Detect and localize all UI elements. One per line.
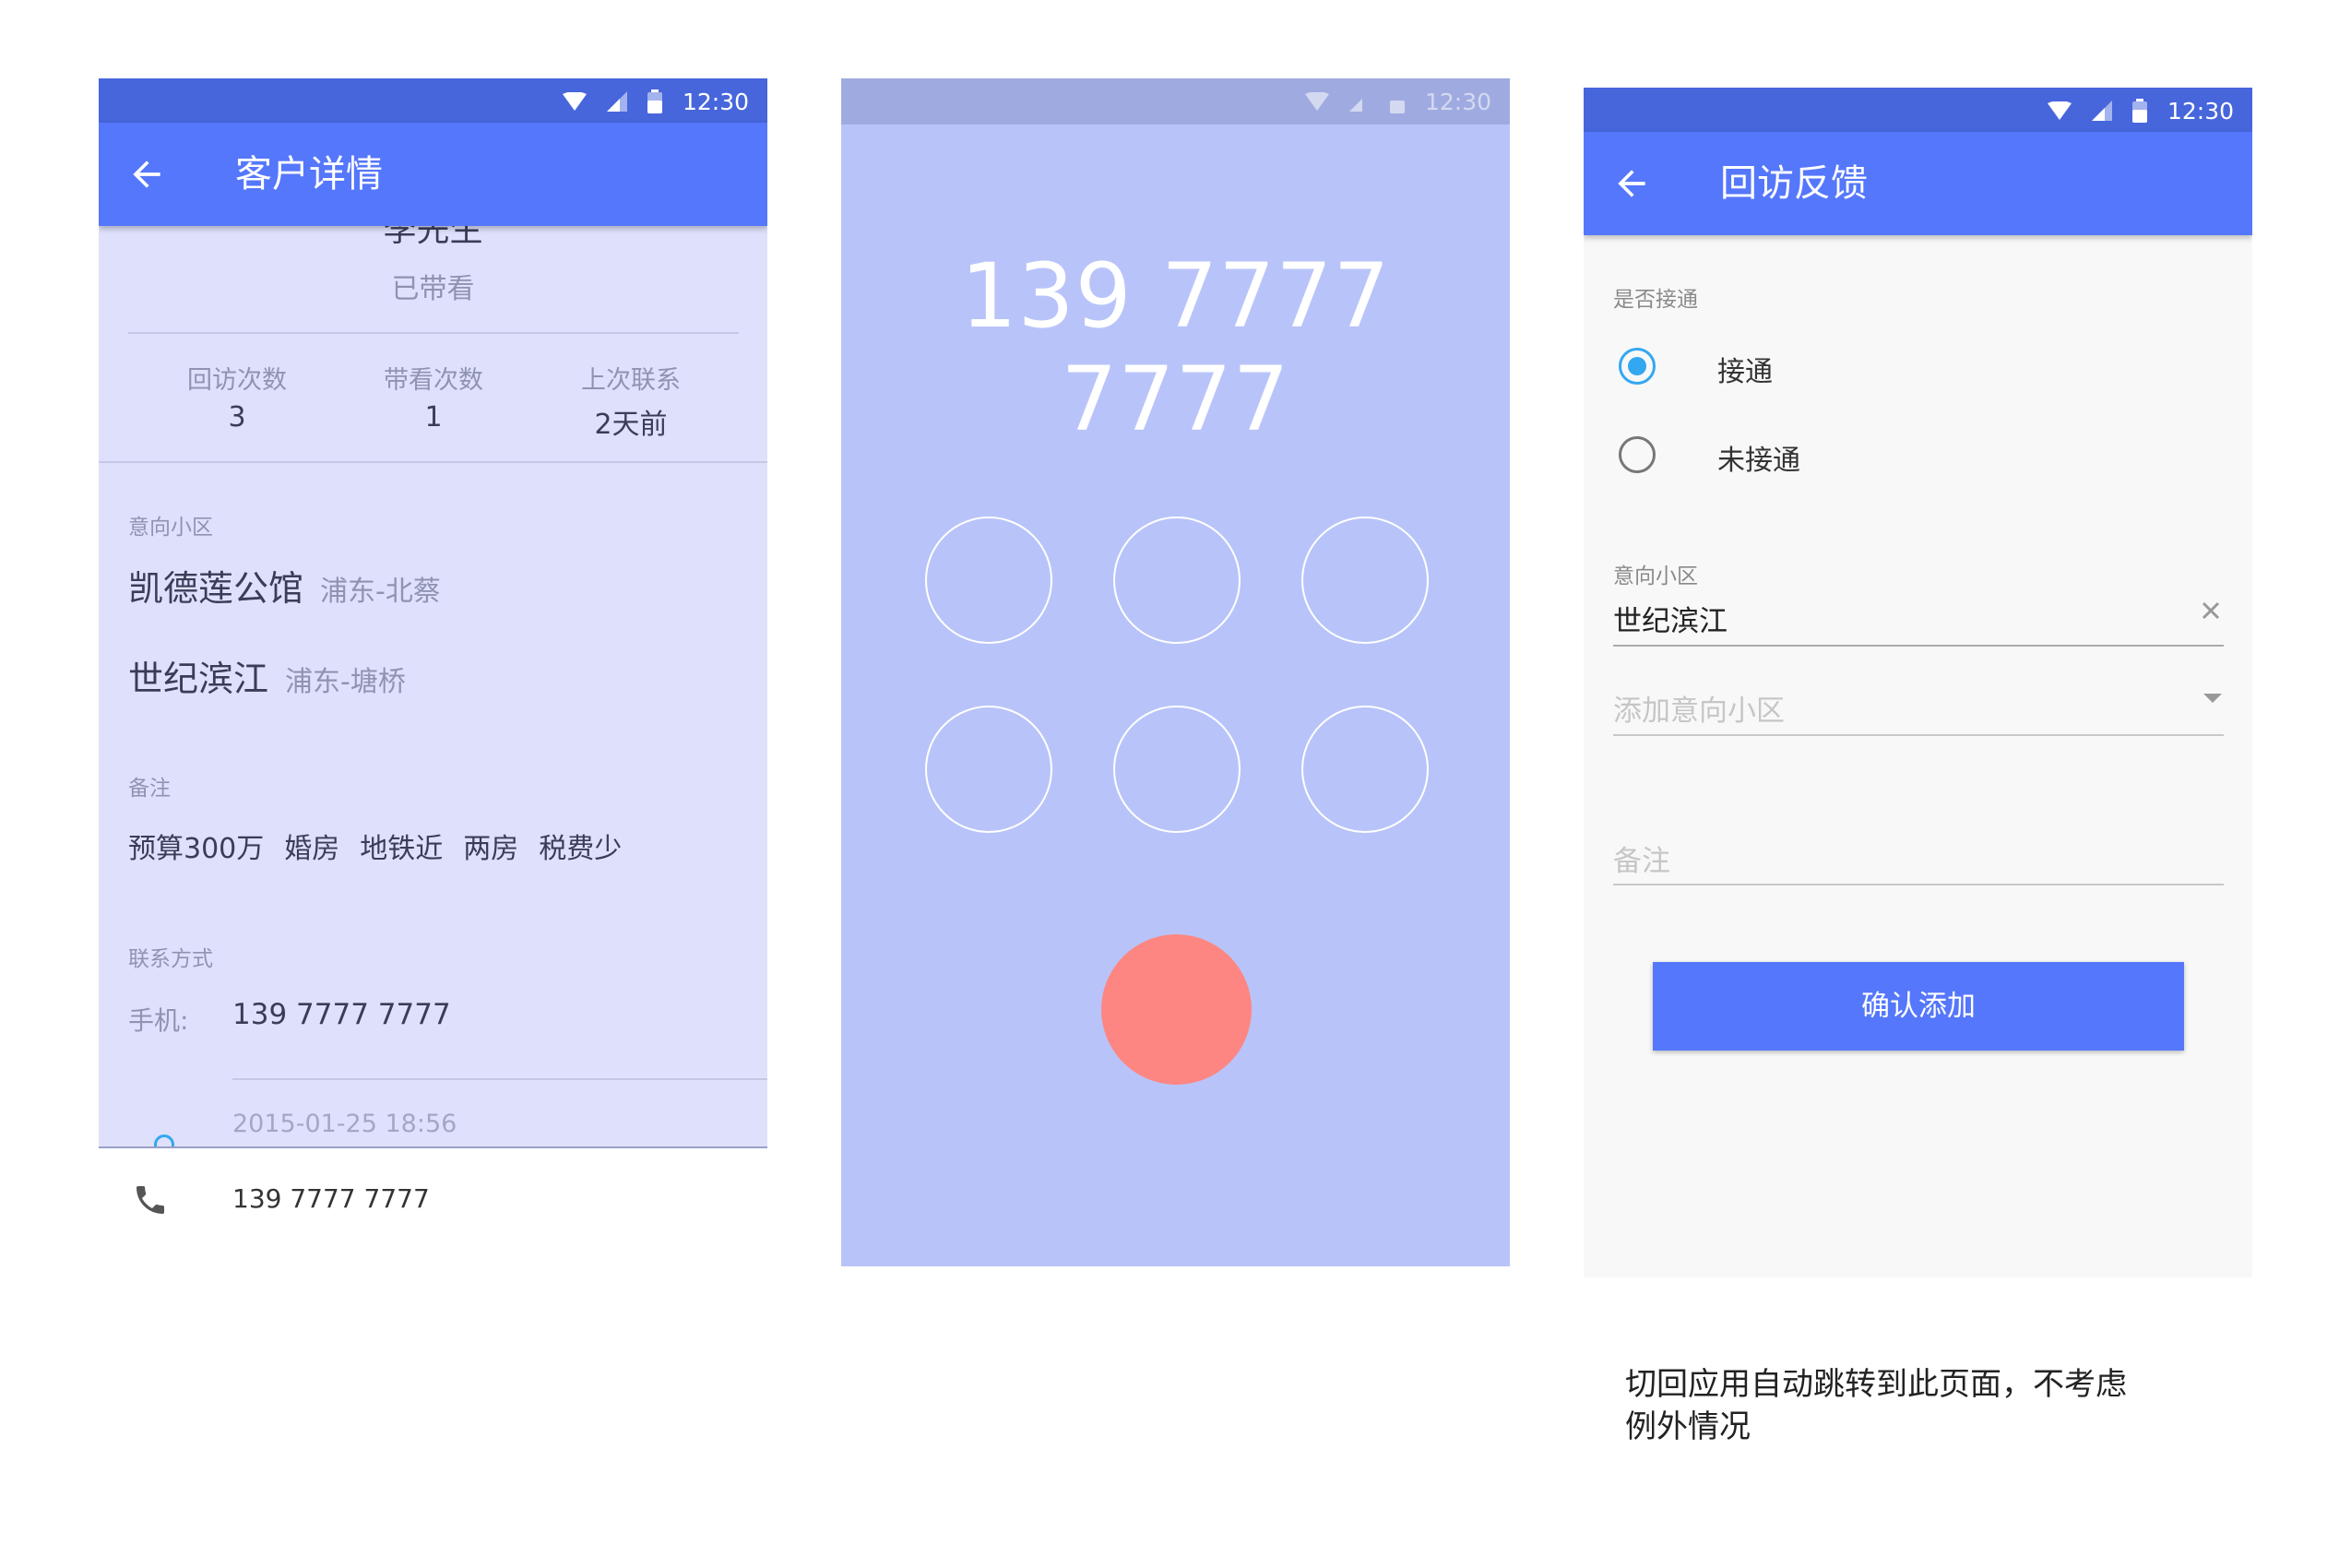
battery-icon [2131, 99, 2147, 123]
customer-detail-content: 李先生 已带看 回访次数 3 带看次数 1 上次联系 2天前 意向小区 凯德莲公… [99, 78, 767, 1146]
contact-label: 联系方式 [128, 947, 213, 971]
note-tag: 税费少 [539, 833, 623, 865]
area-item[interactable]: 凯德莲公馆 浦东-北蔡 [128, 560, 441, 611]
signal-icon [1348, 99, 1362, 112]
divider [128, 332, 739, 334]
notes-underline [1613, 884, 2224, 885]
clear-icon[interactable] [2200, 600, 2222, 622]
status-bar: 12:30 [99, 78, 767, 125]
note-tag: 婚房 [284, 833, 340, 865]
area-name: 世纪滨江 [128, 659, 269, 699]
back-arrow-icon[interactable] [1611, 163, 1652, 204]
battery-icon [647, 89, 662, 113]
battery-icon [1389, 101, 1405, 113]
keypad-key[interactable] [1113, 706, 1241, 833]
area-field-label: 意向小区 [1613, 564, 1698, 588]
sheet-phone-number[interactable]: 139 7777 7777 [232, 1183, 430, 1214]
customer-detail-screen: 李先生 已带看 回访次数 3 带看次数 1 上次联系 2天前 意向小区 凯德莲公… [99, 78, 767, 1146]
stat-last-contact: 上次联系 2天前 [539, 360, 723, 442]
phone-label: 手机: [128, 1005, 189, 1036]
stat-value: 1 [424, 401, 443, 434]
app-bar: 回访反馈 [1584, 132, 2252, 235]
add-area-select[interactable]: 添加意向小区 [1613, 687, 1785, 729]
keypad-key[interactable] [1301, 706, 1429, 833]
confirm-add-button[interactable]: 确认添加 [1653, 962, 2184, 1051]
divider [99, 461, 767, 463]
phone-icon [137, 1186, 164, 1214]
dialed-number: 139 7777 7777 [960, 244, 1391, 451]
note-tag: 两房 [463, 833, 519, 865]
add-area-underline [1613, 734, 2224, 736]
stat-viewings: 带看次数 1 [341, 360, 526, 434]
area-region: 浦东-北蔡 [320, 576, 441, 608]
calling-screen: 12:30 139 7777 7777 [841, 78, 1510, 1266]
connected-label: 是否接通 [1613, 288, 1698, 312]
note-tag: 预算300万 [128, 833, 265, 865]
status-time: 12:30 [682, 88, 749, 115]
hang-up-button[interactable] [1101, 934, 1252, 1085]
wifi-icon [2047, 101, 2072, 120]
signal-icon [2091, 101, 2112, 121]
keypad-key[interactable] [1113, 517, 1241, 644]
note-tag: 地铁近 [360, 833, 444, 865]
area-field-underline [1613, 645, 2224, 647]
status-time: 12:30 [1424, 88, 1491, 115]
notes-label: 备注 [128, 777, 171, 801]
page-title: 客户详情 [235, 153, 383, 196]
stat-value: 3 [228, 401, 246, 434]
radio-connected[interactable] [1619, 348, 1656, 385]
divider [232, 1078, 767, 1080]
page-title: 回访反馈 [1720, 162, 1868, 205]
areas-label: 意向小区 [128, 516, 213, 540]
area-field[interactable]: 世纪滨江 [1613, 598, 1728, 639]
radio-not-connected-label[interactable]: 未接通 [1717, 437, 1800, 478]
wifi-icon [1304, 92, 1329, 111]
area-item[interactable]: 世纪滨江 浦东-塘桥 [128, 650, 406, 701]
signal-icon [606, 91, 627, 112]
annotation-note: 切回应用自动跳转到此页面，不考虑例外情况 [1625, 1366, 2127, 1445]
notes-input[interactable]: 备注 [1613, 837, 1670, 879]
keypad-key[interactable] [925, 706, 1052, 833]
note-tags: 预算300万 婚房 地铁近 两房 税费少 [128, 826, 642, 866]
stat-visits: 回访次数 3 [145, 360, 329, 434]
wifi-icon [562, 92, 587, 111]
stat-label: 带看次数 [384, 366, 483, 395]
stat-label: 回访次数 [187, 366, 287, 395]
app-bar: 客户详情 [99, 123, 767, 226]
stat-value: 2天前 [594, 409, 668, 441]
status-bar: 12:30 [841, 78, 1510, 125]
dropdown-arrow-icon[interactable] [2202, 692, 2224, 705]
follow-up-feedback-screen: 12:30 回访反馈 是否接通 接通 未接通 意向小区 世纪滨江 添加意向小区 … [1584, 88, 2252, 1277]
keypad-key[interactable] [925, 517, 1052, 644]
stat-label: 上次联系 [581, 366, 681, 395]
area-region: 浦东-塘桥 [285, 666, 406, 698]
status-bar: 12:30 [1584, 88, 2252, 134]
radio-connected-label[interactable]: 接通 [1717, 349, 1773, 389]
status-time: 12:30 [2167, 97, 2234, 125]
timeline-dot-icon [154, 1134, 174, 1146]
radio-not-connected[interactable] [1619, 436, 1656, 473]
area-name: 凯德莲公馆 [128, 568, 304, 609]
keypad-key[interactable] [1301, 517, 1429, 644]
call-sheet[interactable]: 139 7777 7777 [99, 1148, 767, 1268]
back-arrow-icon[interactable] [126, 154, 167, 195]
phone-number[interactable]: 139 7777 7777 [232, 998, 451, 1031]
last-call-time: 2015-01-25 18:56 [232, 1110, 457, 1138]
customer-status: 已带看 [391, 273, 475, 305]
